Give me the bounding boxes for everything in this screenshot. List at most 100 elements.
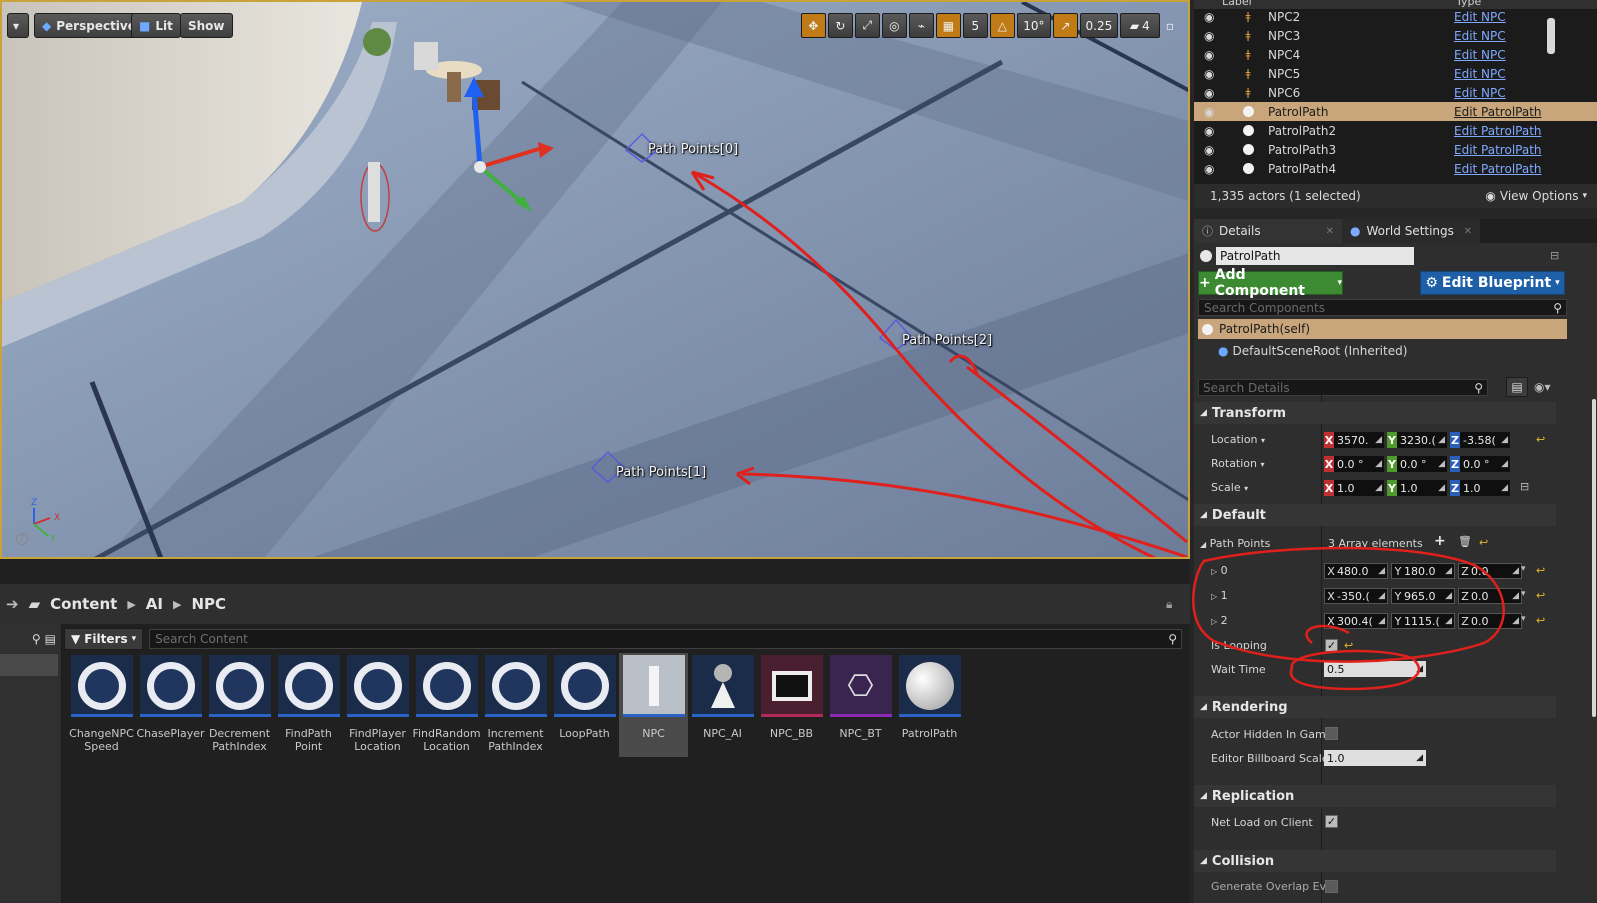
scale-y-field[interactable]: 1.0 ◢ xyxy=(1397,480,1447,496)
outliner-row[interactable]: ◉ ǂ NPC4 Edit NPC xyxy=(1194,45,1597,64)
visibility-eye-icon[interactable]: ◉ xyxy=(1194,29,1214,43)
visibility-eye-icon[interactable]: ◉ xyxy=(1194,105,1214,119)
tab-details[interactable]: ⓘ Details ✕ xyxy=(1194,219,1342,243)
breadcrumb-npc[interactable]: NPC xyxy=(191,595,226,613)
rotate-tool-button[interactable]: ↻ xyxy=(827,13,853,38)
visibility-filter-icon[interactable]: ◉▾ xyxy=(1534,380,1551,394)
view-list-icon[interactable]: ▤ xyxy=(45,632,56,646)
asset-tile[interactable]: NPC xyxy=(619,653,688,757)
default-section-header[interactable]: ◢ Default xyxy=(1194,504,1556,526)
net-load-checkbox[interactable]: ✓ xyxy=(1325,815,1338,828)
help-icon[interactable]: ? xyxy=(16,533,28,545)
generate-overlap-checkbox[interactable] xyxy=(1325,880,1338,893)
reset-to-default-icon[interactable]: ↩ xyxy=(1536,614,1545,627)
visibility-eye-icon[interactable]: ◉ xyxy=(1194,162,1214,176)
viewport-scene[interactable] xyxy=(2,2,1190,559)
camera-speed-button[interactable]: ▰ 4 xyxy=(1119,13,1160,38)
content-search-input[interactable]: Search Content ⚲ xyxy=(149,629,1182,649)
scale-x-field[interactable]: 1.0 ◢ xyxy=(1334,480,1384,496)
history-forward-icon[interactable]: ➔ xyxy=(6,595,19,613)
replication-section-header[interactable]: ◢ Replication xyxy=(1194,785,1556,807)
visibility-eye-icon[interactable]: ◉ xyxy=(1194,143,1214,157)
grid-snap-value[interactable]: 5 xyxy=(962,13,988,38)
close-icon[interactable]: ✕ xyxy=(1326,226,1334,237)
reset-to-default-icon[interactable]: ↩ xyxy=(1536,433,1545,446)
scale-label[interactable]: Scale ▾ xyxy=(1211,481,1248,494)
close-icon[interactable]: ✕ xyxy=(1464,226,1472,237)
asset-tile[interactable]: ⎔ NPC_BT xyxy=(826,653,895,757)
breadcrumb-ai[interactable]: AI xyxy=(146,595,163,613)
lock-scale-icon[interactable]: ⊟ xyxy=(1520,480,1529,493)
outliner-row[interactable]: ◉ PatrolPath3 Edit PatrolPath xyxy=(1194,140,1597,159)
rotation-z-field[interactable]: 0.0 ° ◢ xyxy=(1460,456,1510,472)
rotation-snap-toggle[interactable]: △ xyxy=(989,13,1015,38)
visibility-eye-icon[interactable]: ◉ xyxy=(1194,124,1214,138)
asset-tile[interactable]: Increment PathIndex xyxy=(481,653,550,757)
scale-tool-button[interactable]: ⤢ xyxy=(854,13,880,38)
world-local-button[interactable]: ◎ xyxy=(881,13,907,38)
rotation-snap-value[interactable]: 10° xyxy=(1016,13,1051,38)
scale-z-field[interactable]: 1.0 ◢ xyxy=(1460,480,1510,496)
location-y-field[interactable]: 3230.(◢ xyxy=(1397,432,1447,448)
outliner-type-header[interactable]: Type xyxy=(1456,0,1481,8)
component-self-row[interactable]: PatrolPath(self) xyxy=(1198,319,1567,339)
search-details-input[interactable]: Search Details ⚲ xyxy=(1198,379,1488,396)
outliner-row-type-link[interactable]: Edit PatrolPath xyxy=(1454,124,1542,138)
outliner-row-type-link[interactable]: Edit PatrolPath xyxy=(1454,162,1542,176)
outliner-row-type-link[interactable]: Edit PatrolPath xyxy=(1454,143,1542,157)
outliner-row-type-link[interactable]: Edit NPC xyxy=(1454,29,1506,43)
lock-icon[interactable]: ⊟ xyxy=(1550,249,1559,262)
outliner-row[interactable]: ◉ ǂ NPC3 Edit NPC xyxy=(1194,26,1597,45)
search-icon[interactable]: ⚲ xyxy=(32,632,41,646)
transform-section-header[interactable]: ◢ Transform xyxy=(1194,402,1556,424)
rotation-label[interactable]: Rotation ▾ xyxy=(1211,457,1265,470)
asset-tile[interactable]: Decrement PathIndex xyxy=(205,653,274,757)
scale-snap-toggle[interactable]: ↗ xyxy=(1052,13,1078,38)
grid-snap-toggle[interactable]: ▦ xyxy=(935,13,961,38)
show-button[interactable]: Show xyxy=(180,13,233,38)
asset-tile[interactable]: NPC_BB xyxy=(757,653,826,757)
edit-blueprint-button[interactable]: ⚙ Edit Blueprint ▾ xyxy=(1420,271,1565,295)
outliner-row-type-link[interactable]: Edit NPC xyxy=(1454,10,1506,24)
view-options-button[interactable]: ◉ View Options ▾ xyxy=(1485,189,1587,203)
lit-button[interactable]: ■ Lit xyxy=(131,13,181,38)
asset-tile[interactable]: FindRandom Location xyxy=(412,653,481,757)
breadcrumb-separator-icon[interactable]: ▶ xyxy=(173,598,181,611)
visibility-eye-icon[interactable]: ◉ xyxy=(1194,48,1214,62)
visibility-eye-icon[interactable]: ◉ xyxy=(1194,10,1214,24)
rotation-y-field[interactable]: 0.0 ° ◢ xyxy=(1397,456,1447,472)
actor-name-field[interactable]: PatrolPath xyxy=(1216,247,1414,265)
asset-tile[interactable]: NPC_AI xyxy=(688,653,757,757)
scale-snap-value[interactable]: 0.25 xyxy=(1079,13,1118,38)
translate-tool-button[interactable]: ✥ xyxy=(800,13,826,38)
level-viewport[interactable]: ▾ ◆ Perspective ■ Lit Show ✥ ↻ ⤢ ◎ ⌁ ▦ 5… xyxy=(0,0,1190,559)
maximize-viewport-icon[interactable]: ▫ xyxy=(1162,13,1178,38)
outliner-label-header[interactable]: Label xyxy=(1222,0,1252,8)
outliner-scrollbar[interactable] xyxy=(1547,18,1555,54)
asset-tile[interactable]: ChasePlayer xyxy=(136,653,205,757)
component-root-row[interactable]: ● DefaultSceneRoot (Inherited) xyxy=(1218,344,1407,358)
selected-folder-row[interactable] xyxy=(0,654,58,676)
asset-tile[interactable]: LoopPath xyxy=(550,653,619,757)
location-label[interactable]: Location ▾ xyxy=(1211,433,1265,446)
property-matrix-button[interactable]: ▤ xyxy=(1506,377,1528,397)
asset-tile[interactable]: PatrolPath xyxy=(895,653,964,757)
outliner-row-type-link[interactable]: Edit NPC xyxy=(1454,48,1506,62)
outliner-row-type-link[interactable]: Edit NPC xyxy=(1454,67,1506,81)
outliner-row[interactable]: ◉ ǂ NPC2 Edit NPC xyxy=(1194,9,1597,26)
actor-hidden-checkbox[interactable] xyxy=(1325,727,1338,740)
outliner-row[interactable]: ◉ ǂ NPC6 Edit NPC xyxy=(1194,83,1597,102)
perspective-button[interactable]: ◆ Perspective xyxy=(34,13,144,38)
asset-tile[interactable]: FindPlayer Location xyxy=(343,653,412,757)
reset-to-default-icon[interactable]: ↩ xyxy=(1536,564,1545,577)
collision-section-header[interactable]: ◢ Collision xyxy=(1194,850,1556,872)
outliner-row[interactable]: ◉ PatrolPath4 Edit PatrolPath xyxy=(1194,159,1597,178)
asset-tile[interactable]: ChangeNPC Speed xyxy=(67,653,136,757)
details-scrollbar[interactable] xyxy=(1592,399,1596,717)
outliner-row-type-link[interactable]: Edit NPC xyxy=(1454,86,1506,100)
outliner-row[interactable]: ◉ PatrolPath2 Edit PatrolPath xyxy=(1194,121,1597,140)
lock-icon[interactable]: 🔒︎ xyxy=(1166,597,1172,612)
rotation-x-field[interactable]: 0.0 ° ◢ xyxy=(1334,456,1384,472)
visibility-eye-icon[interactable]: ◉ xyxy=(1194,67,1214,81)
billboard-scale-field[interactable]: 1.0 ◢ xyxy=(1324,750,1426,766)
